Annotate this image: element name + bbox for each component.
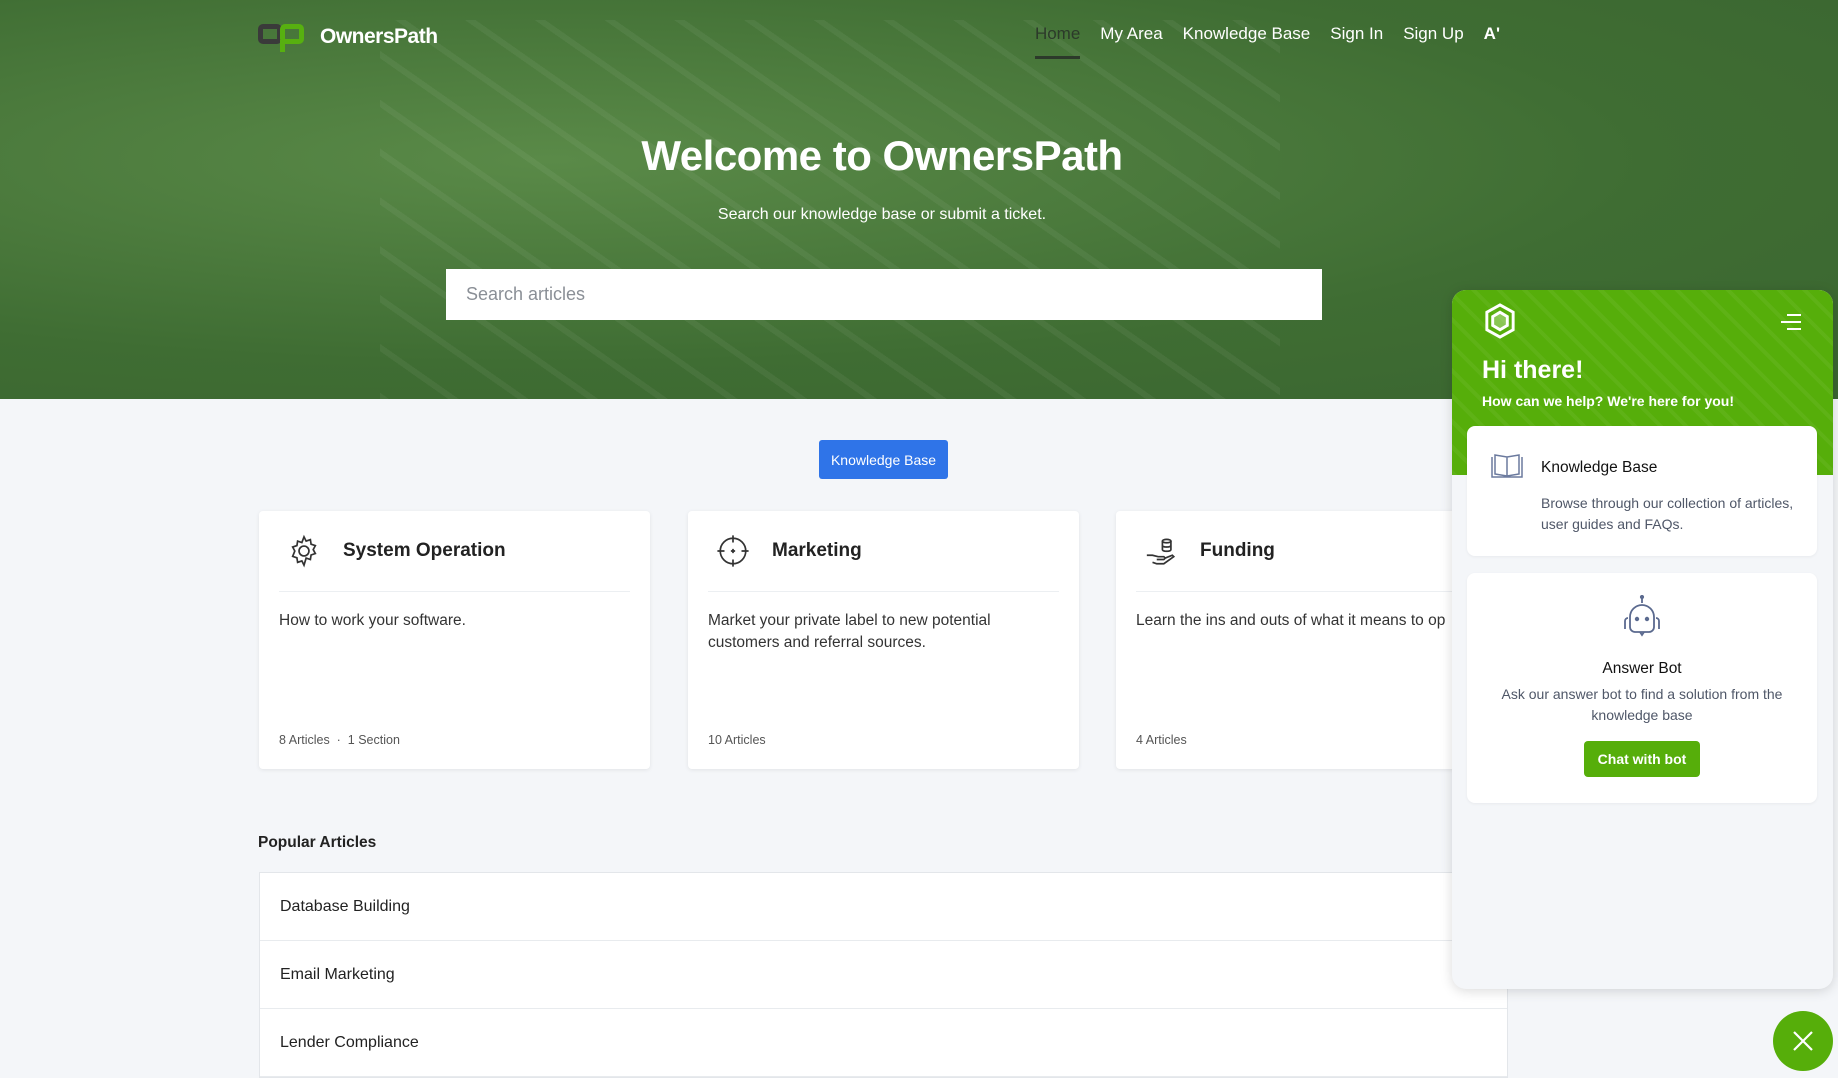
card-description: Ask our answer bot to find a solution fr… bbox=[1501, 686, 1783, 723]
crosshair-icon bbox=[717, 535, 749, 567]
card-description: How to work your software. bbox=[279, 612, 466, 629]
close-chat-button[interactable] bbox=[1773, 1011, 1833, 1071]
knowledge-base-button[interactable]: Knowledge Base bbox=[819, 440, 948, 479]
popular-articles-list: Database Building Email Marketing Lender… bbox=[259, 872, 1508, 1078]
nav-sign-up[interactable]: Sign Up bbox=[1403, 24, 1463, 59]
card-title: Marketing bbox=[772, 540, 862, 561]
article-count: 8 Articles bbox=[279, 733, 330, 747]
category-card-system-operation[interactable]: System Operation How to work your softwa… bbox=[259, 511, 650, 769]
card-description: Learn the ins and outs of what it means … bbox=[1136, 612, 1446, 629]
page-title: Welcome to OwnersPath bbox=[641, 132, 1123, 179]
list-item[interactable]: Lender Compliance bbox=[260, 1009, 1507, 1077]
section-count: 1 Section bbox=[347, 733, 400, 747]
list-item[interactable]: Email Marketing bbox=[260, 941, 1507, 1009]
chat-greeting: Hi there! bbox=[1482, 356, 1584, 384]
card-meta: 8 Articles · 1 Section bbox=[279, 733, 400, 747]
chat-widget: Hi there! How can we help? We're here fo… bbox=[1452, 290, 1833, 989]
list-item[interactable]: Database Building bbox=[260, 873, 1507, 941]
card-title: System Operation bbox=[343, 540, 506, 561]
book-icon bbox=[1491, 454, 1523, 478]
popular-articles-heading: Popular Articles bbox=[258, 834, 377, 851]
chat-tagline: How can we help? We're here for you! bbox=[1482, 393, 1735, 409]
chat-knowledge-base-card[interactable]: Knowledge Base Browse through our collec… bbox=[1467, 426, 1817, 556]
top-nav: Home My Area Knowledge Base Sign In Sign… bbox=[1034, 24, 1500, 59]
card-title: Knowledge Base bbox=[1541, 459, 1658, 476]
card-description: Browse through our collection of article… bbox=[1541, 495, 1794, 532]
category-card-funding[interactable]: Funding Learn the ins and outs of what i… bbox=[1116, 511, 1508, 769]
page-subtitle: Search our knowledge base or submit a ti… bbox=[717, 206, 1047, 223]
logo[interactable]: OwnersPath bbox=[258, 22, 438, 52]
card-description: Market your private label to new potenti… bbox=[708, 612, 991, 651]
article-count: 10 Articles bbox=[708, 733, 766, 747]
chat-with-bot-button[interactable]: Chat with bot bbox=[1584, 741, 1700, 777]
robot-icon bbox=[1624, 594, 1660, 637]
card-title: Funding bbox=[1200, 540, 1275, 561]
close-icon bbox=[1793, 1031, 1813, 1051]
category-card-marketing[interactable]: Marketing Market your private label to n… bbox=[688, 511, 1079, 769]
gear-icon bbox=[291, 534, 317, 568]
brand-name: OwnersPath bbox=[320, 25, 438, 48]
font-size-toggle[interactable]: A' bbox=[1484, 24, 1500, 59]
card-title: Answer Bot bbox=[1602, 660, 1682, 677]
coins-hand-icon bbox=[1146, 538, 1176, 565]
nav-sign-in[interactable]: Sign In bbox=[1330, 24, 1383, 59]
article-count: 4 Articles bbox=[1136, 733, 1187, 747]
nav-my-area[interactable]: My Area bbox=[1100, 24, 1162, 59]
search-input[interactable] bbox=[446, 269, 1322, 320]
nav-home[interactable]: Home bbox=[1034, 24, 1081, 59]
chat-answer-bot-card: Answer Bot Ask our answer bot to find a … bbox=[1467, 573, 1817, 803]
logo-mark bbox=[258, 22, 308, 52]
menu-icon[interactable] bbox=[1781, 314, 1801, 335]
widget-logo-icon bbox=[1485, 303, 1515, 339]
nav-knowledge-base[interactable]: Knowledge Base bbox=[1183, 24, 1311, 59]
